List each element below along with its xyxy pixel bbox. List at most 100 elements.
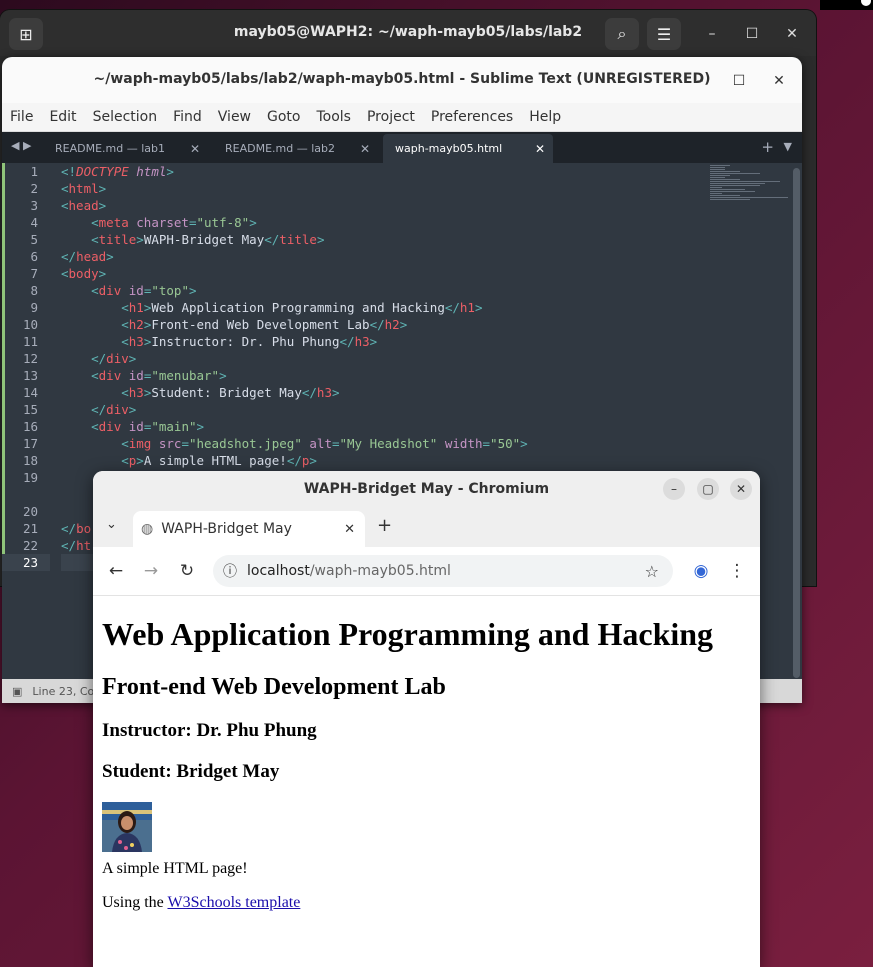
close-icon[interactable]: ✕: [535, 142, 545, 156]
tab-search-icon[interactable]: ⌄: [106, 517, 117, 532]
line-number: 5: [30, 232, 38, 247]
profile-icon[interactable]: ◉: [689, 559, 713, 583]
tab-waph-html[interactable]: waph-mayb05.html ✕: [383, 134, 553, 163]
line-gutter: 1 2 3 4 5 6 7 8 9 10 11 12 13 14 15 16 1…: [2, 163, 50, 687]
url-host: localhost: [247, 563, 310, 579]
headshot-image: [102, 802, 152, 852]
terminal-titlebar: ⊞ mayb05@WAPH2: ~/waph-mayb05/labs/lab2 …: [0, 10, 816, 56]
instructor-heading: Instructor: Dr. Phu Phung: [102, 720, 317, 741]
hamburger-menu-icon[interactable]: ☰: [647, 18, 681, 50]
line-number: 10: [22, 317, 38, 332]
line-number: 16: [22, 419, 38, 434]
menu-edit[interactable]: Edit: [41, 109, 84, 125]
line-number: 9: [30, 300, 38, 315]
chromium-window: WAPH-Bridget May - Chromium – ▢ ✕ ⌄ ◍ WA…: [93, 471, 760, 967]
close-icon[interactable]: ✕: [344, 522, 355, 537]
line-number: 11: [22, 334, 38, 349]
sublime-titlebar: ~/waph-mayb05/labs/lab2/waph-mayb05.html…: [2, 57, 802, 103]
sublime-title: ~/waph-mayb05/labs/lab2/waph-mayb05.html…: [93, 71, 711, 87]
terminal-title: mayb05@WAPH2: ~/waph-mayb05/labs/lab2: [233, 24, 583, 40]
line-number: 8: [30, 283, 38, 298]
close-icon[interactable]: ✕: [190, 142, 200, 156]
info-icon[interactable]: ⓘ: [223, 561, 237, 581]
tab-nav-arrows-icon[interactable]: ◀ ▶: [11, 139, 31, 152]
line-number: 13: [22, 368, 38, 383]
tab-readme-lab1[interactable]: README.md — lab1 ✕: [48, 134, 208, 163]
menu-selection[interactable]: Selection: [85, 109, 166, 125]
system-tray: [820, 0, 873, 10]
line-number: 20: [22, 504, 38, 519]
scrollbar[interactable]: [793, 168, 800, 678]
tab-bar: ◀ ▶ README.md — lab1 ✕ README.md — lab2 …: [2, 132, 802, 163]
forward-icon[interactable]: →: [139, 559, 163, 583]
line-number: 7: [30, 266, 38, 281]
line-number: 19: [22, 470, 38, 485]
line-number: [2, 486, 50, 503]
sidebar-toggle-icon[interactable]: ▣: [12, 685, 22, 698]
reload-icon[interactable]: ↻: [175, 559, 199, 583]
back-icon[interactable]: ←: [104, 559, 128, 583]
globe-icon: ◍: [141, 521, 154, 537]
minimap[interactable]: [710, 165, 790, 205]
maximize-icon[interactable]: ▢: [697, 478, 719, 500]
tab-label: README.md — lab2: [225, 142, 335, 155]
search-icon[interactable]: ⌕: [605, 18, 639, 50]
chevron-down-icon[interactable]: ▼: [784, 140, 792, 153]
tray-indicator: [861, 0, 871, 6]
line-number: 18: [22, 453, 38, 468]
page-heading-h1: Web Application Programming and Hacking: [102, 616, 714, 652]
menu-goto[interactable]: Goto: [259, 109, 308, 125]
chromium-tabstrip: ⌄ ◍ WAPH-Bridget May ✕ +: [93, 507, 760, 547]
close-icon[interactable]: ✕: [767, 69, 791, 93]
page-paragraph: A simple HTML page!: [102, 860, 248, 877]
new-tab-icon[interactable]: +: [761, 138, 774, 156]
tab-label: waph-mayb05.html: [395, 142, 503, 155]
menu-view[interactable]: View: [210, 109, 259, 125]
close-icon[interactable]: ✕: [730, 478, 752, 500]
close-icon[interactable]: ✕: [780, 22, 804, 46]
chromium-titlebar: WAPH-Bridget May - Chromium – ▢ ✕: [93, 471, 760, 507]
new-tab-icon[interactable]: +: [377, 515, 392, 536]
line-number: 15: [22, 402, 38, 417]
kebab-menu-icon[interactable]: ⋮: [725, 559, 749, 583]
line-number: 12: [22, 351, 38, 366]
menu-help[interactable]: Help: [521, 109, 569, 125]
line-number: 17: [22, 436, 38, 451]
menu-bar: File Edit Selection Find View Goto Tools…: [2, 103, 802, 132]
page-heading-h2: Front-end Web Development Lab: [102, 674, 446, 700]
browser-tab[interactable]: ◍ WAPH-Bridget May ✕: [133, 511, 365, 547]
line-number: 1: [30, 164, 38, 179]
line-number: 3: [30, 198, 38, 213]
url-path: /waph-mayb05.html: [309, 563, 451, 579]
address-bar[interactable]: ⓘ localhost/waph-mayb05.html ☆: [213, 555, 673, 587]
browser-toolbar: ← → ↻ ⓘ localhost/waph-mayb05.html ☆ ◉ ⋮: [93, 547, 760, 596]
template-credit-prefix: Using the: [102, 894, 168, 911]
line-number-current: 23: [2, 554, 50, 571]
bookmark-star-icon[interactable]: ☆: [645, 562, 659, 581]
line-number: 6: [30, 249, 38, 264]
menu-project[interactable]: Project: [359, 109, 423, 125]
line-number: 14: [22, 385, 38, 400]
menu-tools[interactable]: Tools: [308, 109, 359, 125]
menu-preferences[interactable]: Preferences: [423, 109, 521, 125]
tab-label: README.md — lab1: [55, 142, 165, 155]
close-icon[interactable]: ✕: [360, 142, 370, 156]
cursor-position: Line 23, Co: [32, 684, 95, 698]
menu-file[interactable]: File: [2, 109, 41, 125]
minimize-icon[interactable]: –: [700, 22, 724, 46]
menu-find[interactable]: Find: [165, 109, 210, 125]
web-page-content: Web Application Programming and Hacking …: [93, 596, 760, 936]
w3schools-link[interactable]: W3Schools template: [167, 894, 300, 911]
tab-readme-lab2[interactable]: README.md — lab2 ✕: [218, 134, 378, 163]
maximize-icon[interactable]: ☐: [727, 69, 751, 93]
tab-label: WAPH-Bridget May: [161, 521, 292, 537]
maximize-icon[interactable]: ☐: [740, 22, 764, 46]
minimize-icon[interactable]: –: [688, 69, 712, 93]
line-number: 2: [30, 181, 38, 196]
line-number: 4: [30, 215, 38, 230]
chromium-title: WAPH-Bridget May - Chromium: [303, 481, 550, 497]
student-heading: Student: Bridget May: [102, 761, 280, 782]
minimize-icon[interactable]: –: [663, 478, 685, 500]
line-number: 21: [22, 521, 38, 536]
line-number: 22: [22, 538, 38, 553]
